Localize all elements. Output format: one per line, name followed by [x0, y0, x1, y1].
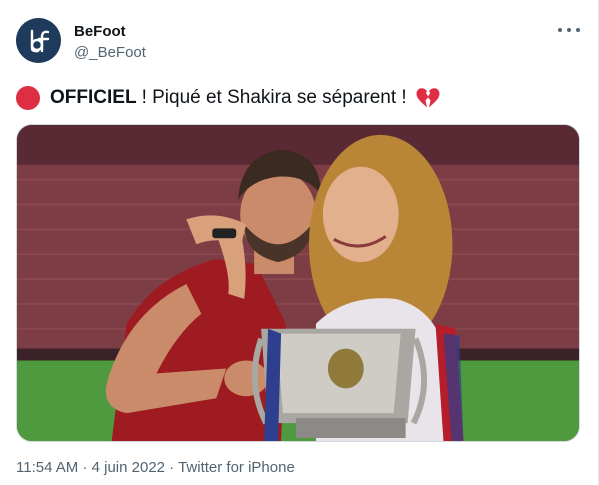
tweet-text: OFFICIEL ! Piqué et Shakira se séparent …: [16, 84, 582, 112]
more-options-icon[interactable]: [558, 22, 580, 38]
broken-heart-icon: [416, 88, 440, 108]
tweet-header: BeFoot @_BeFoot: [16, 18, 582, 66]
meta-separator: ·: [78, 459, 92, 476]
tweet-text-strong: OFFICIEL: [50, 87, 137, 108]
author-handle[interactable]: @_BeFoot: [74, 43, 146, 62]
author-block: BeFoot @_BeFoot: [74, 22, 146, 62]
author-display-name[interactable]: BeFoot: [74, 22, 146, 41]
tweet-photo[interactable]: [16, 124, 580, 442]
tweet-source-link[interactable]: Twitter for iPhone: [178, 459, 295, 476]
avatar[interactable]: [16, 18, 61, 63]
befoot-logo-icon: [30, 29, 49, 52]
tweet-date[interactable]: 4 juin 2022: [92, 459, 165, 476]
tweet-card: BeFoot @_BeFoot OFFICIEL ! Piqué et Shak…: [0, 0, 599, 485]
red-circle-icon: [16, 86, 40, 110]
tweet-text-body: ! Piqué et Shakira se séparent !: [141, 87, 407, 108]
tweet-time[interactable]: 11:54 AM: [16, 459, 78, 476]
tweet-meta: 11:54 AM · 4 juin 2022 · Twitter for iPh…: [16, 459, 295, 476]
meta-separator: ·: [165, 459, 179, 476]
photo-image: [17, 125, 579, 441]
